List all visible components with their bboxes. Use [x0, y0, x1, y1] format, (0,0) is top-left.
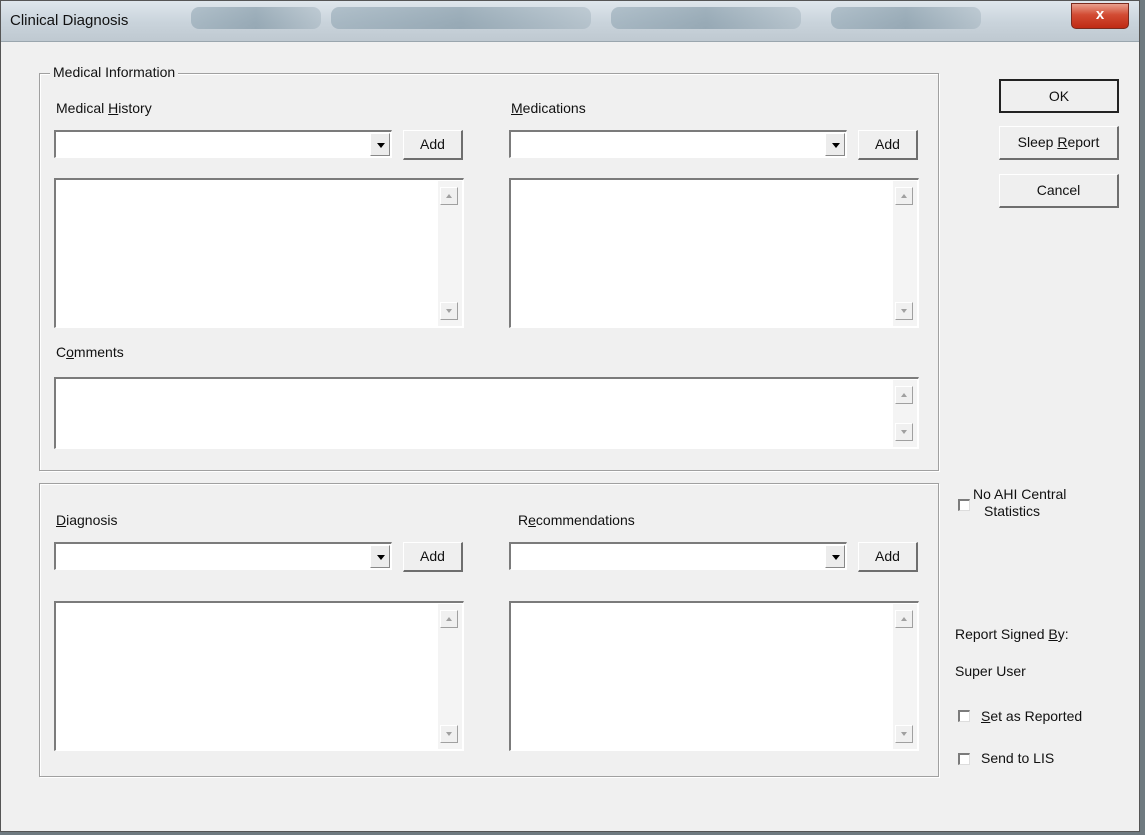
comments-scrollbar[interactable] — [893, 380, 917, 447]
background-blur — [831, 7, 981, 29]
medications-scrollbar[interactable] — [893, 181, 917, 326]
sleep-report-button[interactable]: Sleep Report — [999, 126, 1119, 160]
medical-history-list[interactable] — [54, 178, 464, 328]
background-blur — [331, 7, 591, 29]
scroll-up-icon[interactable] — [440, 610, 458, 628]
close-icon: x — [1095, 6, 1105, 23]
diagnosis-combo[interactable] — [54, 542, 392, 570]
recommendations-list[interactable] — [509, 601, 919, 751]
recommendations-combo[interactable] — [509, 542, 847, 570]
scroll-down-icon[interactable] — [895, 302, 913, 320]
recommendations-label: Recommendations — [518, 512, 635, 528]
diagnosis-group: Diagnosis Add Recommendations Add — [39, 483, 939, 777]
medical-history-scrollbar[interactable] — [438, 181, 462, 326]
scroll-up-icon[interactable] — [895, 610, 913, 628]
background-blur — [611, 7, 801, 29]
cancel-button[interactable]: Cancel — [999, 174, 1119, 208]
chevron-down-icon[interactable] — [825, 133, 845, 156]
medical-history-combo[interactable] — [54, 130, 392, 158]
signed-by-user: Super User — [955, 663, 1026, 679]
medical-history-label: Medical History — [56, 100, 152, 116]
recommendations-add-button[interactable]: Add — [858, 542, 918, 572]
send-to-lis-checkbox[interactable] — [958, 753, 970, 765]
medications-combo[interactable] — [509, 130, 847, 158]
diagnosis-add-button[interactable]: Add — [403, 542, 463, 572]
chevron-down-icon[interactable] — [825, 545, 845, 568]
scroll-up-icon[interactable] — [895, 187, 913, 205]
diagnosis-list[interactable] — [54, 601, 464, 751]
chevron-down-icon[interactable] — [370, 133, 390, 156]
scroll-up-icon[interactable] — [895, 386, 913, 404]
window-title: Clinical Diagnosis — [10, 12, 129, 29]
set-as-reported-checkbox[interactable] — [958, 710, 970, 722]
medical-information-group: Medical Information Medical History Add … — [39, 64, 939, 471]
clinical-diagnosis-dialog: Clinical Diagnosis x Medical Information… — [0, 0, 1140, 832]
no-ahi-central-label-line1: No AHI Central — [973, 486, 1067, 502]
chevron-down-icon[interactable] — [370, 545, 390, 568]
scroll-down-icon[interactable] — [895, 423, 913, 441]
diagnosis-label: Diagnosis — [56, 512, 118, 528]
scroll-down-icon[interactable] — [440, 302, 458, 320]
medications-add-button[interactable]: Add — [858, 130, 918, 160]
medications-list[interactable] — [509, 178, 919, 328]
medical-history-add-button[interactable]: Add — [403, 130, 463, 160]
no-ahi-central-label-line2: Statistics — [984, 503, 1041, 519]
send-to-lis-label: Send to LIS — [981, 750, 1055, 766]
background-blur — [191, 7, 321, 29]
scroll-up-icon[interactable] — [440, 187, 458, 205]
ok-button[interactable]: OK — [999, 79, 1119, 113]
report-signed-by-label: Report Signed By: — [955, 626, 1069, 642]
no-ahi-central-checkbox[interactable] — [958, 499, 970, 511]
title-bar: Clinical Diagnosis x — [1, 1, 1139, 42]
medical-information-legend: Medical Information — [50, 64, 179, 80]
diagnosis-scrollbar[interactable] — [438, 604, 462, 749]
recommendations-scrollbar[interactable] — [893, 604, 917, 749]
close-button[interactable]: x — [1071, 3, 1129, 29]
dialog-client-area: Medical Information Medical History Add … — [6, 43, 1134, 826]
comments-field[interactable] — [54, 377, 919, 449]
medications-label: Medications — [511, 100, 586, 116]
set-as-reported-label: Set as Reported — [981, 708, 1083, 724]
scroll-down-icon[interactable] — [440, 725, 458, 743]
scroll-down-icon[interactable] — [895, 725, 913, 743]
comments-label: Comments — [56, 344, 124, 360]
